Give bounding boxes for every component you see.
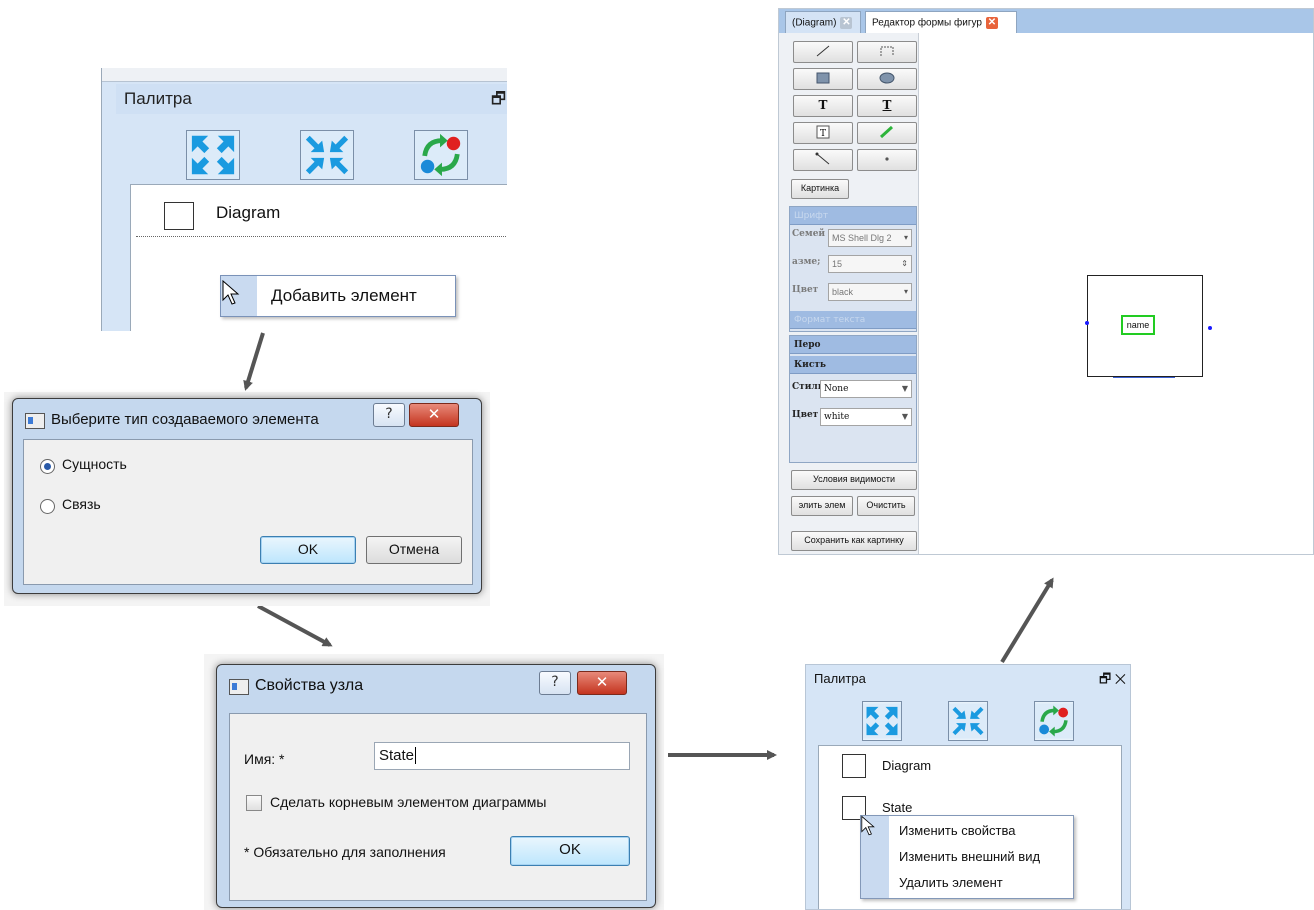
name-input[interactable]: State — [374, 742, 630, 770]
font-family-select[interactable]: MS Shell Dlg 2 ▾ — [828, 229, 912, 247]
brush-style-select[interactable]: None ▼ — [820, 380, 912, 398]
root-element-label: Сделать корневым элементом диаграммы — [270, 794, 547, 810]
shape-label[interactable]: name — [1121, 315, 1155, 335]
menu-item-edit-properties[interactable]: Изменить свойства — [899, 823, 1015, 838]
help-button[interactable]: ? — [539, 671, 571, 695]
rectangle-tool-button[interactable] — [793, 68, 853, 90]
expand-icon[interactable] — [862, 701, 902, 741]
context-menu: Изменить свойства Изменить внешний вид У… — [860, 815, 1074, 899]
help-button[interactable]: ? — [373, 403, 405, 427]
family-label: Семей — [792, 229, 826, 239]
dialog-body: Имя: * State Сделать корневым элементом … — [229, 713, 647, 901]
port-dot-left[interactable] — [1085, 321, 1089, 325]
collapse-icon[interactable] — [948, 701, 988, 741]
name-label: Имя: * — [244, 751, 285, 767]
font-group: Шрифт Семей MS Shell Dlg 2 ▾ азме; 15 ⇕ Цв… — [789, 206, 917, 332]
radio-entity-label: Сущность — [62, 456, 127, 472]
spinner-icon: ⇕ — [901, 259, 908, 268]
font-color-select[interactable]: black ▾ — [828, 283, 912, 301]
close-button[interactable]: ✕ — [409, 403, 459, 427]
visibility-conditions-button[interactable]: Условия видимости — [791, 470, 917, 490]
tab-shape-editor[interactable]: Редактор формы фигур ✕ — [865, 11, 1017, 33]
dialog-title: Свойства узла — [255, 677, 364, 694]
pen-brush-group: Перо Кисть Стиль None ▼ Цвет white ▼ — [789, 335, 917, 463]
radio-entity[interactable] — [40, 459, 55, 474]
connector-tool-button[interactable] — [793, 149, 853, 171]
brush-style-value: None — [824, 384, 849, 394]
point-tool-button[interactable] — [857, 149, 917, 171]
app-icon — [229, 679, 249, 695]
cancel-button[interactable]: Отмена — [366, 536, 462, 564]
dialog-body: Сущность Связь OK Отмена — [23, 439, 473, 585]
brush-header[interactable]: Кисть — [790, 356, 916, 374]
font-group-header: Шрифт — [790, 207, 916, 225]
save-as-image-button[interactable]: Сохранить как картинку — [791, 531, 917, 551]
chevron-down-icon: ▼ — [901, 412, 908, 421]
text-box-tool-button[interactable]: T — [793, 122, 853, 144]
app-icon — [25, 413, 45, 429]
color-label: Цвет — [792, 285, 819, 295]
required-note: * Обязательно для заполнения — [244, 844, 446, 860]
palette-title: Палитра — [814, 671, 866, 686]
font-size-value: 15 — [832, 259, 843, 269]
node-properties-dialog: Свойства узла ? ✕ Имя: * State Сделать к… — [216, 664, 656, 908]
font-color-value: black — [832, 287, 854, 297]
radio-link-label: Связь — [62, 496, 101, 512]
line-tool-button[interactable] — [793, 41, 853, 63]
shape-editor-window: (Diagram) ✕ Редактор формы фигур ✕ T T T К… — [778, 8, 1314, 555]
size-label: азме; — [792, 257, 821, 267]
ok-button[interactable]: OK — [510, 836, 630, 866]
text-format-header: Формат текста — [790, 311, 916, 329]
ok-button[interactable]: OK — [260, 536, 356, 564]
brush-color-select[interactable]: white ▼ — [820, 408, 912, 426]
diagram-item-icon — [842, 754, 866, 778]
menu-item-edit-appearance[interactable]: Изменить внешний вид — [899, 849, 1040, 864]
brush-color-label: Цвет — [792, 410, 819, 420]
close-icon[interactable]: ✕ — [985, 17, 998, 29]
dialog-title: Выберите тип создаваемого элемента — [51, 411, 319, 428]
palette-item-label: State — [882, 800, 913, 815]
tab-label: (Diagram) — [792, 17, 837, 29]
chevron-down-icon: ▾ — [903, 287, 908, 296]
refresh-icon[interactable] — [1034, 701, 1074, 741]
font-size-spinbox[interactable]: 15 ⇕ — [828, 255, 912, 273]
text-caret — [415, 747, 417, 764]
font-family-value: MS Shell Dlg 2 — [832, 233, 892, 243]
selection-line — [1113, 377, 1175, 378]
chevron-down-icon: ▼ — [901, 384, 908, 393]
tab-bar: (Diagram) ✕ Редактор формы фигур ✕ — [779, 9, 1313, 33]
image-tool-button[interactable]: Картинка — [791, 179, 849, 199]
chevron-down-icon: ▾ — [903, 233, 908, 242]
float-close-icons[interactable]: 🗗 ✕ — [1099, 670, 1126, 692]
mouse-cursor-icon — [861, 815, 875, 836]
text-tool-underline-button[interactable]: T — [857, 95, 917, 117]
ellipse-tool-button[interactable] — [857, 68, 917, 90]
pencil-tool-button[interactable] — [857, 122, 917, 144]
tab-label: Редактор формы фигур — [872, 17, 982, 29]
svg-text:T: T — [820, 129, 826, 139]
brush-color-value: white — [824, 412, 850, 422]
palette-panel-bottom: Палитра 🗗 ✕ Diagram State Изменить свойс… — [805, 664, 1131, 910]
port-dot-right[interactable] — [1208, 326, 1212, 330]
palette-titlebar: Палитра 🗗 ✕ — [806, 665, 1130, 693]
type-dialog: Выберите тип создаваемого элемента ? ✕ С… — [12, 398, 482, 594]
palette-item-label: Diagram — [882, 758, 932, 773]
delete-element-button[interactable]: элить элем — [791, 496, 853, 516]
name-input-value: State — [379, 747, 415, 764]
close-button[interactable]: ✕ — [577, 671, 627, 695]
tab-diagram[interactable]: (Diagram) ✕ — [785, 11, 861, 33]
curve-tool-button[interactable] — [857, 41, 917, 63]
radio-link[interactable] — [40, 499, 55, 514]
text-tool-button[interactable]: T — [793, 95, 853, 117]
close-icon[interactable]: ✕ — [840, 17, 853, 29]
clear-button[interactable]: Очистить — [857, 496, 915, 516]
menu-item-delete-element[interactable]: Удалить элемент — [899, 875, 1003, 890]
pen-header[interactable]: Перо — [790, 336, 916, 354]
root-element-checkbox[interactable] — [246, 795, 262, 811]
